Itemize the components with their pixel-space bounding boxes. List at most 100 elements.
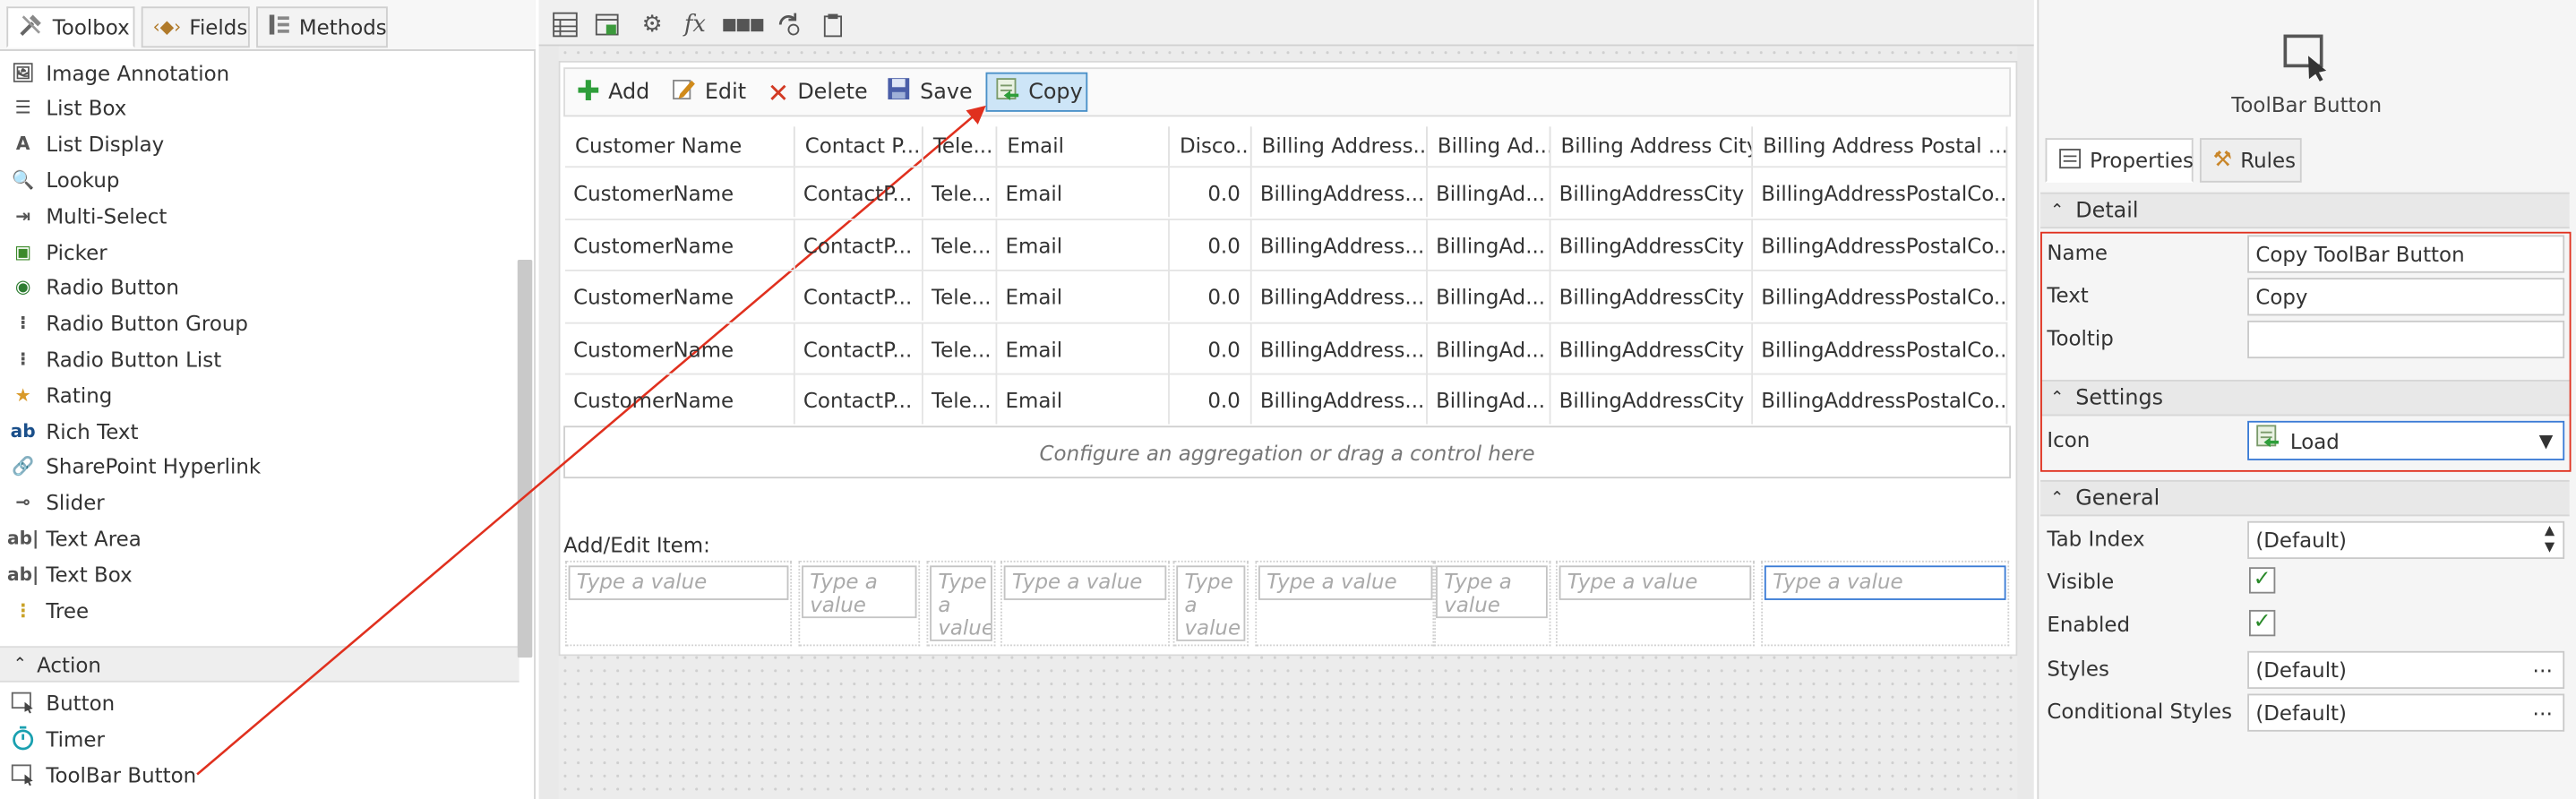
table-cell[interactable]: BillingAd... — [1427, 218, 1551, 270]
column-header[interactable]: Tele... — [923, 126, 998, 167]
table-cell[interactable]: BillingAddress... — [1251, 374, 1428, 425]
value-input[interactable]: Type a value — [1176, 565, 1246, 641]
table-cell[interactable]: ContactP... — [794, 166, 923, 218]
table-cell[interactable]: BillingAd... — [1427, 270, 1551, 322]
edit-toolbar-button[interactable]: Edit — [664, 73, 752, 112]
add-toolbar-button[interactable]: ✚ Add — [570, 73, 656, 112]
tab-methods[interactable]: Methods — [256, 6, 388, 48]
column-header[interactable]: Billing Ad... — [1428, 126, 1551, 167]
table-cell[interactable]: Email — [997, 270, 1170, 322]
table-cell[interactable]: Email — [997, 374, 1170, 425]
table-cell[interactable]: BillingAddress... — [1251, 270, 1428, 322]
column-header[interactable]: Contact P... — [795, 126, 923, 167]
table-cell[interactable]: BillingAddressPostalCo... — [1753, 270, 2008, 322]
value-input[interactable]: Type a value — [1558, 565, 1752, 600]
ellipsis-icon[interactable]: ⋯ — [2532, 653, 2553, 688]
toolbox-item-rich-text[interactable]: ab Rich Text — [10, 415, 139, 448]
toolbox-scrollbar[interactable] — [517, 259, 533, 658]
table-cell[interactable]: CustomerName — [564, 166, 795, 218]
tab-index-field[interactable]: (Default) ▲ ▼ — [2247, 520, 2565, 560]
table-cell[interactable]: ContactP... — [794, 374, 923, 425]
table-cell[interactable]: BillingAd... — [1427, 166, 1551, 218]
table-cell[interactable]: Email — [997, 166, 1170, 218]
table-cell[interactable]: 0.0 — [1169, 218, 1252, 270]
expression-fx-icon[interactable]: fx — [680, 10, 709, 39]
table-cell[interactable]: BillingAd... — [1427, 374, 1551, 425]
table-cell[interactable]: 0.0 — [1169, 166, 1252, 218]
section-detail[interactable]: ⌃ Detail — [2040, 192, 2570, 229]
toolbox-item-lookup[interactable]: 🔍 Lookup — [10, 163, 119, 196]
column-header[interactable]: Customer Name — [565, 126, 795, 167]
toolbox-item-toolbar-button[interactable]: ToolBar Button — [10, 758, 196, 791]
delete-toolbar-button[interactable]: ✕ Delete — [760, 73, 874, 112]
toolbox-item-list-display[interactable]: A List Display — [10, 127, 164, 160]
visible-checkbox[interactable]: ✓ — [2248, 567, 2276, 594]
toolbox-item-button[interactable]: Button — [10, 685, 115, 718]
column-header[interactable]: Disco... — [1170, 126, 1252, 167]
save-toolbar-button[interactable]: Save — [879, 73, 979, 112]
toolbox-item-multi-select[interactable]: ⇥ Multi-Select — [10, 199, 167, 232]
table-cell[interactable]: BillingAddress... — [1251, 166, 1428, 218]
value-input[interactable]: Type a value — [1003, 565, 1167, 600]
toolbox-item-slider[interactable]: ⊸ Slider — [10, 486, 105, 520]
toolbox-section-action[interactable]: ⌃ Action — [0, 646, 519, 683]
aggregation-drop-zone[interactable]: Configure an aggregation or drag a contr… — [563, 425, 2012, 479]
table-cell[interactable]: BillingAddressCity — [1550, 322, 1754, 374]
value-input[interactable]: Type a value — [930, 565, 992, 641]
table-cell[interactable]: ContactP... — [794, 322, 923, 374]
toolbox-item-tree[interactable]: ⋮ Tree — [10, 594, 90, 627]
table-cell[interactable]: Tele... — [923, 218, 998, 270]
conditional-styles-field[interactable]: (Default) ⋯ — [2247, 693, 2565, 732]
more-dots-icon[interactable]: ■■■ — [722, 10, 765, 39]
toolbox-item-image-annotation[interactable]: 🖼 Image Annotation — [10, 56, 229, 89]
table-cell[interactable]: ContactP... — [794, 270, 923, 322]
table-cell[interactable]: Tele... — [923, 374, 998, 425]
toolbox-item-radio-button-group[interactable]: ⁝ Radio Button Group — [10, 306, 248, 339]
table-cell[interactable]: BillingAddressCity — [1550, 270, 1754, 322]
enabled-checkbox[interactable]: ✓ — [2248, 609, 2276, 637]
table-cell[interactable]: 0.0 — [1169, 322, 1252, 374]
table-cell[interactable]: Tele... — [923, 270, 998, 322]
table-cell[interactable]: 0.0 — [1169, 270, 1252, 322]
table-cell[interactable]: Tele... — [923, 166, 998, 218]
table-cell[interactable]: Email — [997, 322, 1170, 374]
table-cell[interactable]: BillingAddressCity — [1550, 166, 1754, 218]
table-cell[interactable]: ContactP... — [794, 218, 923, 270]
section-general[interactable]: ⌃ General — [2040, 479, 2570, 517]
styles-field[interactable]: (Default) ⋯ — [2247, 650, 2565, 690]
add-view-icon[interactable] — [593, 10, 623, 39]
tab-rules[interactable]: ⚒ Rules — [2199, 138, 2302, 183]
table-cell[interactable]: BillingAddress... — [1251, 218, 1428, 270]
settings-gear-icon[interactable]: ⚙ — [638, 10, 667, 39]
table-cell[interactable]: BillingAddressPostalCo... — [1753, 166, 2008, 218]
column-header[interactable]: Billing Address City — [1550, 126, 1754, 167]
toolbox-item-text-box[interactable]: ab| Text Box — [7, 558, 133, 591]
ellipsis-icon[interactable]: ⋯ — [2532, 695, 2553, 730]
value-input[interactable]: Type a value — [1764, 565, 2006, 600]
toolbox-item-rating[interactable]: ★ Rating — [10, 378, 113, 411]
value-input[interactable]: Type a value — [802, 565, 917, 619]
table-cell[interactable]: CustomerName — [564, 218, 795, 270]
tab-properties[interactable]: Properties — [2045, 138, 2194, 183]
table-cell[interactable]: BillingAddress... — [1251, 322, 1428, 374]
table-cell[interactable]: Email — [997, 218, 1170, 270]
toolbox-item-radio-button[interactable]: ◉ Radio Button — [10, 271, 179, 304]
column-header[interactable]: Email — [997, 126, 1170, 167]
clipboard-icon[interactable] — [818, 10, 847, 39]
column-header[interactable]: Billing Address Postal ... — [1753, 126, 2008, 167]
table-cell[interactable]: BillingAddressPostalCo... — [1753, 322, 2008, 374]
toolbox-item-radio-button-list[interactable]: ⁝ Radio Button List — [10, 342, 221, 375]
toolbox-item-sharepoint-hyperlink[interactable]: 🔗 SharePoint Hyperlink — [10, 451, 261, 484]
toolbox-item-picker[interactable]: ▣ Picker — [10, 235, 107, 268]
tab-toolbox[interactable]: Toolbox — [6, 6, 135, 48]
table-cell[interactable]: BillingAddressPostalCo... — [1753, 374, 2008, 425]
value-input[interactable]: Type a value — [568, 565, 789, 600]
toolbox-item-list-box[interactable]: ☰ List Box — [10, 91, 127, 125]
table-cell[interactable]: Tele... — [923, 322, 998, 374]
toolbox-item-text-area[interactable]: ab| Text Area — [7, 522, 142, 555]
table-cell[interactable]: BillingAddressPostalCo... — [1753, 218, 2008, 270]
copy-toolbar-button[interactable]: Copy — [985, 72, 1088, 112]
refresh-settings-icon[interactable] — [774, 10, 803, 39]
table-cell[interactable]: BillingAddressCity — [1550, 374, 1754, 425]
table-cell[interactable]: CustomerName — [564, 270, 795, 322]
